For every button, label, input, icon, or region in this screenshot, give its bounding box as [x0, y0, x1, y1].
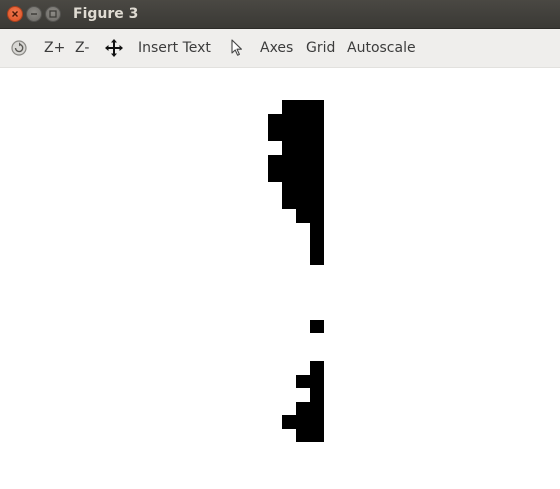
pixel-block — [296, 429, 324, 442]
toolbar: Z+ Z- Insert Text Axes Grid Autoscale — [0, 29, 560, 68]
maximize-window-button[interactable] — [45, 6, 61, 22]
zoom-in-button[interactable]: Z+ — [44, 38, 65, 58]
close-window-button[interactable] — [7, 6, 23, 22]
axes-button[interactable]: Axes — [260, 38, 293, 58]
plot-canvas[interactable] — [0, 68, 560, 489]
pixel-block — [296, 402, 324, 415]
reset-view-icon[interactable] — [9, 38, 29, 58]
maximize-icon — [49, 10, 57, 18]
zoom-out-button[interactable]: Z- — [75, 38, 89, 58]
insert-text-button[interactable]: Insert Text — [138, 38, 211, 58]
figure-window: Figure 3 Z+ Z- Insert Text Axes Grid Aut… — [0, 0, 560, 489]
title-bar: Figure 3 — [0, 0, 560, 29]
pixel-block — [310, 361, 324, 375]
pixel-block — [282, 415, 324, 429]
pixel-block — [310, 320, 324, 333]
pixel-block — [310, 388, 324, 402]
pixel-block — [282, 182, 324, 209]
close-icon — [12, 11, 18, 17]
autoscale-button[interactable]: Autoscale — [347, 38, 416, 58]
pixel-block — [296, 375, 324, 388]
cursor-pointer-icon[interactable] — [228, 38, 248, 58]
pixel-block — [268, 114, 324, 141]
grid-button[interactable]: Grid — [306, 38, 335, 58]
pixel-block — [282, 141, 324, 155]
pixel-image — [268, 100, 324, 442]
pixel-block — [310, 223, 324, 265]
window-title: Figure 3 — [73, 6, 139, 22]
pixel-block — [282, 100, 324, 114]
move-arrows-icon[interactable] — [104, 38, 124, 58]
pixel-block — [296, 209, 324, 223]
minimize-icon — [31, 13, 37, 15]
pixel-block — [268, 155, 324, 182]
minimize-window-button[interactable] — [26, 6, 42, 22]
